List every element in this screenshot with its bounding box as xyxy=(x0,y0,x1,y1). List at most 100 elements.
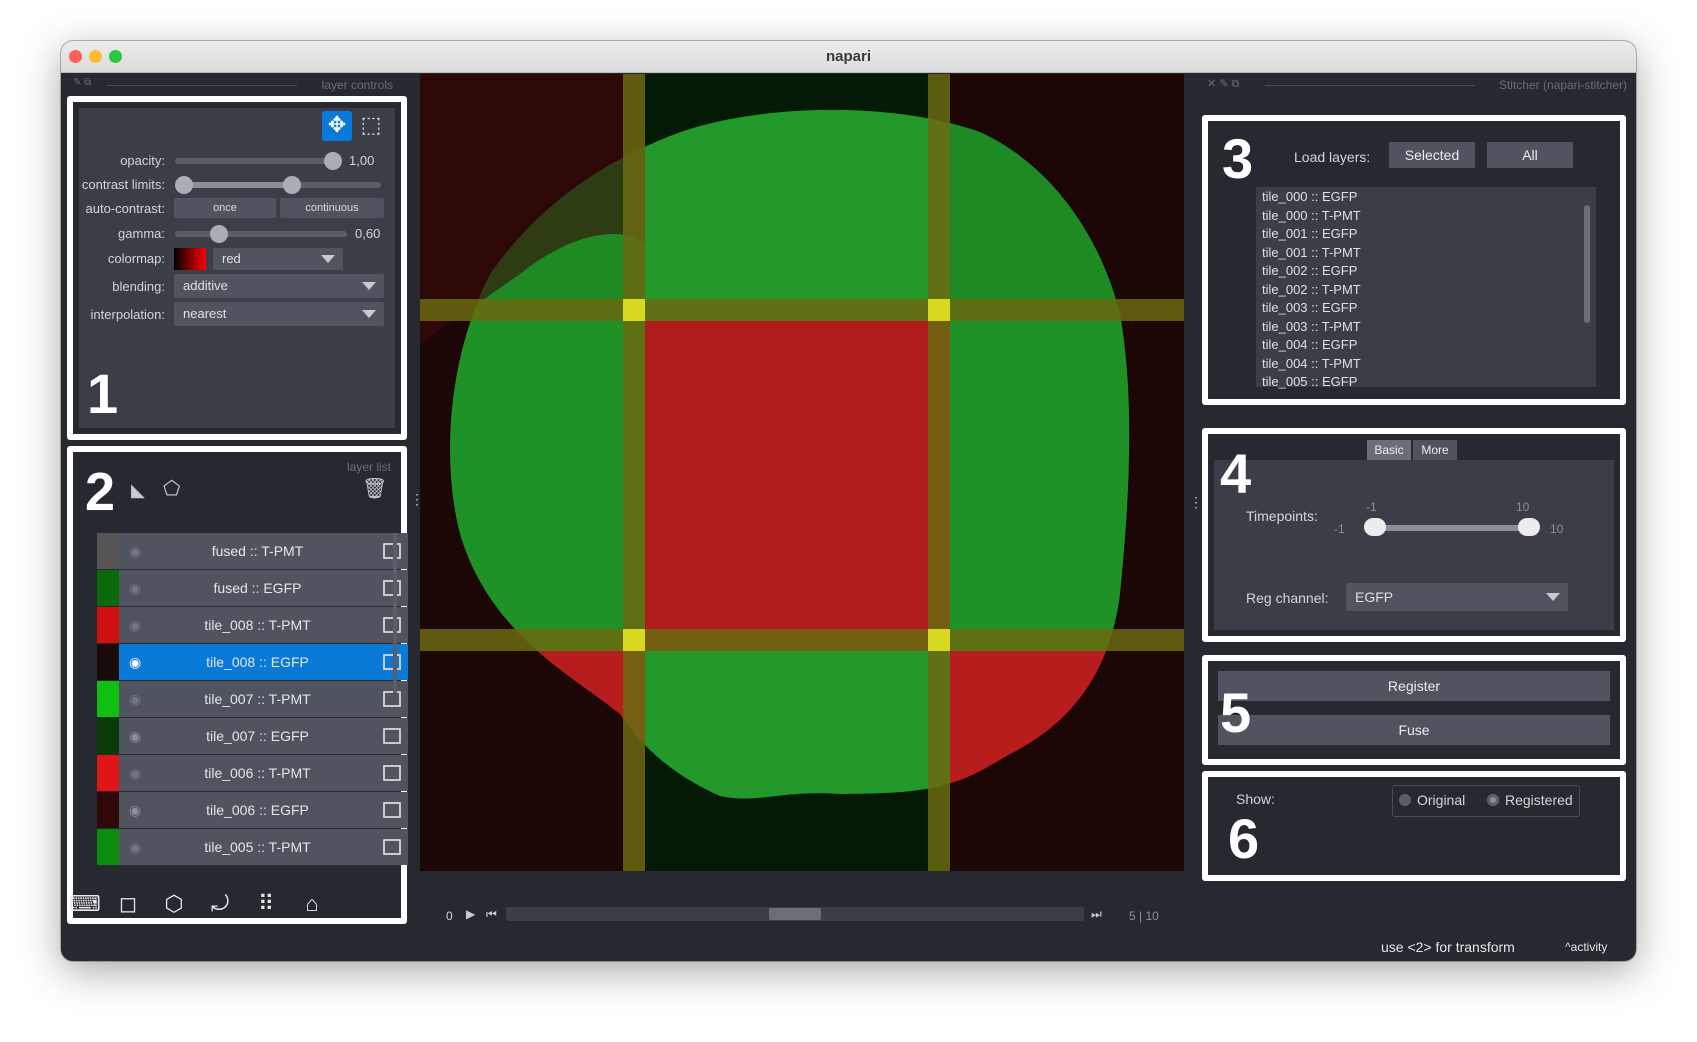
annotation-number-2: 2 xyxy=(85,462,116,522)
fuse-button[interactable]: Fuse xyxy=(1218,715,1610,745)
interpolation-dropdown[interactable]: nearest xyxy=(174,302,384,326)
layer-name: tile_005 :: T-PMT xyxy=(204,839,311,855)
registered-label: Registered xyxy=(1505,792,1573,808)
register-button[interactable]: Register xyxy=(1218,671,1610,701)
layer-row[interactable]: ◉ tile_005 :: T-PMT xyxy=(97,829,408,865)
tile-list-item[interactable]: tile_004 :: EGFP xyxy=(1262,337,1357,352)
layer-list-scrollbar[interactable] xyxy=(393,533,397,693)
layer-thumbnail xyxy=(97,644,119,680)
tile-list-item[interactable]: tile_000 :: EGFP xyxy=(1262,189,1357,204)
play-icon[interactable]: ▶ xyxy=(466,907,475,921)
step-back-icon[interactable]: ⏮ xyxy=(486,907,497,922)
layer-row[interactable]: ◉ fused :: T-PMT xyxy=(97,533,408,569)
contrast-high-handle[interactable] xyxy=(283,176,302,194)
image-layer-icon xyxy=(383,728,401,744)
tile-list-item[interactable]: tile_000 :: T-PMT xyxy=(1262,208,1361,223)
dims-max-label: 10 xyxy=(1145,909,1159,923)
tile-list-item[interactable]: tile_004 :: T-PMT xyxy=(1262,356,1361,371)
image-layer-icon xyxy=(383,691,401,707)
layer-row[interactable]: ◉ tile_008 :: EGFP xyxy=(97,644,408,680)
timepoint-max-label: 10 xyxy=(1550,522,1564,536)
layer-row[interactable]: ◉ tile_007 :: T-PMT xyxy=(97,681,408,717)
colormap-label: colormap: xyxy=(107,251,165,266)
activity-button[interactable]: ^activity xyxy=(1565,940,1607,954)
grid-view-icon[interactable]: ⠿ xyxy=(251,889,281,919)
layer-row[interactable]: ◉ tile_006 :: EGFP xyxy=(97,792,408,828)
transform-icon[interactable]: ⬚ xyxy=(356,111,386,141)
tile-list[interactable]: tile_000 :: EGFPtile_000 :: T-PMTtile_00… xyxy=(1256,187,1596,389)
load-all-button[interactable]: All xyxy=(1487,142,1573,168)
opacity-slider[interactable] xyxy=(175,158,333,164)
image-canvas[interactable] xyxy=(420,74,1184,871)
layer-list-title: layer list xyxy=(346,460,391,474)
dims-slider[interactable] xyxy=(506,907,1084,921)
layer-name: tile_006 :: EGFP xyxy=(206,802,309,818)
close-dock-icon[interactable]: ✕ ✎ ⧉ xyxy=(1207,77,1239,91)
layer-name: tile_007 :: EGFP xyxy=(206,728,309,744)
roll-dims-icon[interactable]: ⬡ xyxy=(159,889,189,919)
pan-zoom-icon[interactable]: ✥ xyxy=(322,111,352,141)
trash-icon[interactable]: 🗑 xyxy=(362,476,387,501)
layer-name: fused :: T-PMT xyxy=(211,543,304,559)
console-icon[interactable]: ⌨ xyxy=(69,889,101,919)
radio-original[interactable] xyxy=(1399,794,1411,806)
layer-thumbnail xyxy=(97,829,119,865)
timepoint-min-label: -1 xyxy=(1334,522,1345,536)
actions-panel: Register Fuse 5 xyxy=(1214,667,1614,753)
layer-row[interactable]: ◉ fused :: EGFP xyxy=(97,570,408,606)
layer-list-panel: layer list 2 ◣ ⬠ 🗑 ◉ fused :: T-PMT ◉ fused… xyxy=(79,458,408,912)
auto-contrast-label: auto-contrast: xyxy=(85,201,166,216)
tile-list-item[interactable]: tile_005 :: EGFP xyxy=(1262,374,1357,389)
parameters-panel: Basic More 4 Timepoints: -1 10 -1 10 Reg… xyxy=(1214,440,1614,630)
tile-list-item[interactable]: tile_001 :: EGFP xyxy=(1262,226,1357,241)
layer-thumbnail xyxy=(97,607,119,643)
tile-list-item[interactable]: tile_002 :: T-PMT xyxy=(1262,282,1361,297)
tab-more[interactable]: More xyxy=(1413,440,1457,460)
gamma-slider-handle[interactable] xyxy=(210,225,228,243)
status-hint: use <2> for transform xyxy=(1381,939,1515,955)
dims-slider-handle[interactable] xyxy=(769,908,821,920)
layer-name: fused :: EGFP xyxy=(213,580,302,596)
original-label: Original xyxy=(1417,792,1466,808)
tile-list-item[interactable]: tile_001 :: T-PMT xyxy=(1262,245,1361,260)
layer-row[interactable]: ◉ tile_008 :: T-PMT xyxy=(97,607,408,643)
splitter-handle-right[interactable]: ⋮ xyxy=(1189,494,1203,511)
timepoints-range-slider[interactable] xyxy=(1374,525,1530,531)
gamma-slider[interactable] xyxy=(175,231,347,237)
auto-contrast-once-button[interactable]: once xyxy=(174,198,276,218)
tile-list-item[interactable]: tile_002 :: EGFP xyxy=(1262,263,1357,278)
stitcher-title: Stitcher (napari-stitcher) xyxy=(1498,78,1627,92)
tab-basic[interactable]: Basic xyxy=(1367,440,1411,460)
chevron-down-icon xyxy=(321,255,335,263)
step-forward-icon[interactable]: ⏭ xyxy=(1091,907,1102,922)
window-title: napari xyxy=(825,48,871,65)
blending-label: blending: xyxy=(112,279,165,294)
opacity-slider-handle[interactable] xyxy=(324,152,342,170)
blending-dropdown[interactable]: additive xyxy=(174,274,384,298)
annotation-number-3: 3 xyxy=(1222,127,1254,190)
tile-list-item[interactable]: tile_003 :: EGFP xyxy=(1262,300,1357,315)
chevron-down-icon xyxy=(362,310,376,318)
tile-list-scrollbar[interactable] xyxy=(1584,205,1590,323)
contrast-low-handle[interactable] xyxy=(175,176,193,194)
transpose-icon[interactable]: ⤾ xyxy=(205,889,235,919)
ndisplay-square-icon[interactable]: ◻ xyxy=(113,889,143,919)
timepoint-low-value: -1 xyxy=(1366,500,1377,514)
labels-layer-icon[interactable]: ⬠ xyxy=(163,476,180,501)
float-icon[interactable]: ✎ ⧉ xyxy=(73,77,91,88)
tile-list-item[interactable]: tile_003 :: T-PMT xyxy=(1262,319,1361,334)
timepoints-low-handle[interactable] xyxy=(1364,518,1386,536)
reg-channel-dropdown[interactable]: EGFP xyxy=(1346,583,1568,611)
layer-row[interactable]: ◉ tile_006 :: T-PMT xyxy=(97,755,408,791)
colormap-dropdown[interactable]: red xyxy=(213,248,343,270)
home-icon[interactable]: ⌂ xyxy=(297,889,327,919)
dims-start-label: 0 xyxy=(446,909,453,923)
auto-contrast-continuous-button[interactable]: continuous xyxy=(280,198,384,218)
shapes-layer-icon[interactable]: ◣ xyxy=(131,480,145,501)
timepoints-high-handle[interactable] xyxy=(1518,518,1540,536)
radio-registered[interactable] xyxy=(1487,794,1499,806)
load-layers-panel: 3 Load layers: Selected All tile_000 :: … xyxy=(1214,127,1614,393)
load-selected-button[interactable]: Selected xyxy=(1389,142,1475,168)
layer-row[interactable]: ◉ tile_007 :: EGFP xyxy=(97,718,408,754)
image-layer-icon xyxy=(383,617,401,633)
